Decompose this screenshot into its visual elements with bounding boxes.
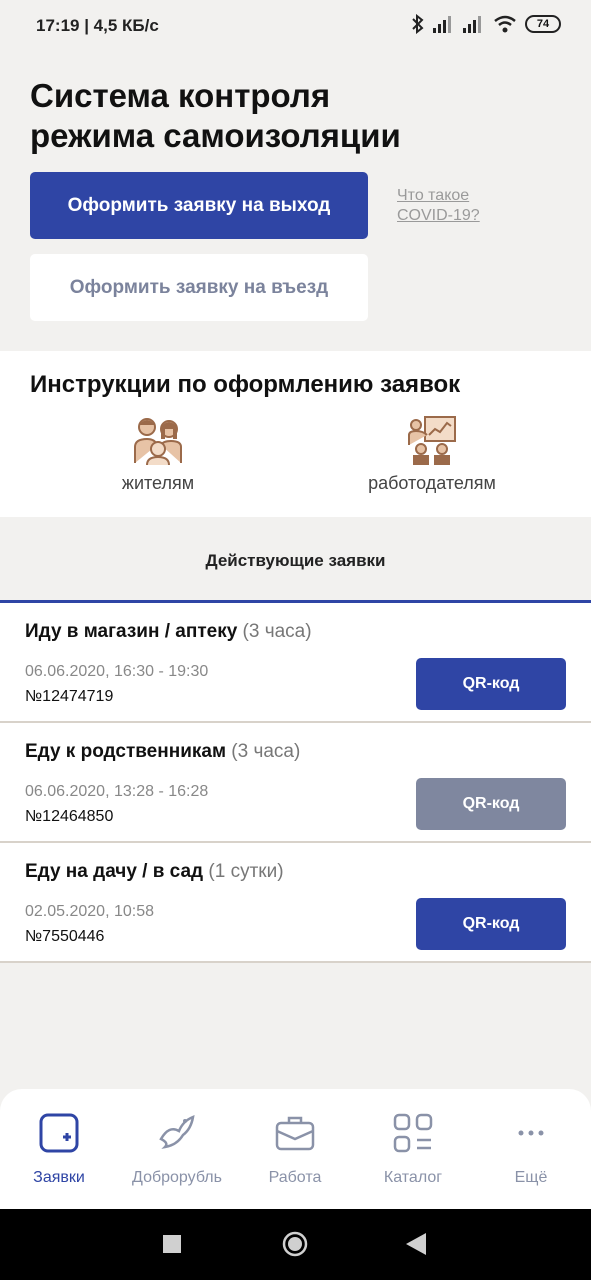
nav-requests-label: Заявки [33,1169,85,1186]
home-icon[interactable] [282,1231,308,1257]
requests-icon [39,1113,79,1153]
entry-request-button[interactable]: Оформить заявку на въезд [30,254,368,321]
nav-more-label: Ещё [514,1169,548,1186]
status-bar: 17:19 | 4,5 КБ/с 74 [0,0,591,40]
exit-request-button[interactable]: Оформить заявку на выход [30,172,368,239]
request-title: Иду в магазин / аптеку (3 часа) [25,621,312,642]
nav-work-label: Работа [268,1169,322,1186]
signal-icon [433,16,451,33]
dove-icon [159,1115,195,1149]
qr-code-button[interactable]: QR-код [416,898,566,950]
instructions-employers[interactable]: работодателям [332,415,532,494]
nav-more[interactable]: Ещё [472,1111,590,1187]
status-time: 17:19 | 4,5 КБ/с [36,16,159,35]
catalog-icon [393,1113,433,1153]
nav-catalog[interactable]: Каталог [354,1111,472,1187]
family-icon [134,418,182,465]
request-duration: (3 часа) [242,621,312,642]
request-card[interactable]: Еду на дачу / в сад (1 сутки) 02.05.2020… [0,843,591,963]
employers-label: работодателям [368,473,496,493]
bottom-navigation: Заявки Доброрубль Работа Каталог Ещё [0,1089,591,1209]
instructions-title: Инструкции по оформлению заявок [30,371,461,398]
request-time: 02.05.2020, 10:58 [25,903,155,920]
instructions-residents[interactable]: жителям [58,415,258,494]
wifi-icon [494,15,516,33]
qr-code-button[interactable]: QR-код [416,658,566,710]
back-icon[interactable] [406,1233,426,1255]
nav-dobrorubl-label: Доброрубль [132,1169,222,1186]
tab-active-requests[interactable]: Действующие заявки [0,551,591,571]
signal-icon-2 [463,16,481,33]
request-time: 06.06.2020, 13:28 - 16:28 [25,783,209,800]
request-title: Еду к родственникам (3 часа) [25,741,301,762]
covid-info-link[interactable]: Что такое COVID-19? [397,186,507,226]
battery-indicator: 74 [525,15,561,33]
briefcase-icon [275,1116,315,1151]
request-duration: (3 часа) [231,741,301,762]
system-navigation-bar [0,1209,591,1280]
request-number: №12474719 [25,688,114,705]
request-number: №7550446 [25,928,105,945]
request-card[interactable]: Еду к родственникам (3 часа) 06.06.2020,… [0,723,591,843]
nav-dobrorubl[interactable]: Доброрубль [118,1111,236,1187]
presentation-icon [408,416,456,465]
nav-requests[interactable]: Заявки [0,1111,118,1187]
recents-icon[interactable] [163,1235,181,1253]
qr-code-button-disabled[interactable]: QR-код [416,778,566,830]
page-title: Система контроля режима самоизоляции [30,77,401,154]
nav-work[interactable]: Работа [236,1111,354,1187]
instructions-section: Инструкции по оформлению заявок жителям … [0,351,591,517]
more-icon [518,1130,544,1136]
nav-catalog-label: Каталог [383,1169,443,1186]
requests-list: Иду в магазин / аптеку (3 часа) 06.06.20… [0,603,591,963]
active-requests-tab-bar: Действующие заявки [0,518,591,603]
status-icons: 74 [411,12,561,36]
request-card[interactable]: Иду в магазин / аптеку (3 часа) 06.06.20… [0,603,591,723]
bluetooth-icon [412,14,424,34]
request-number: №12464850 [25,808,114,825]
header-section: Система контроля режима самоизоляции Офо… [0,40,591,350]
residents-label: жителям [121,473,195,493]
request-duration: (1 сутки) [208,861,284,882]
request-title: Еду на дачу / в сад (1 сутки) [25,861,284,882]
request-time: 06.06.2020, 16:30 - 19:30 [25,663,209,680]
